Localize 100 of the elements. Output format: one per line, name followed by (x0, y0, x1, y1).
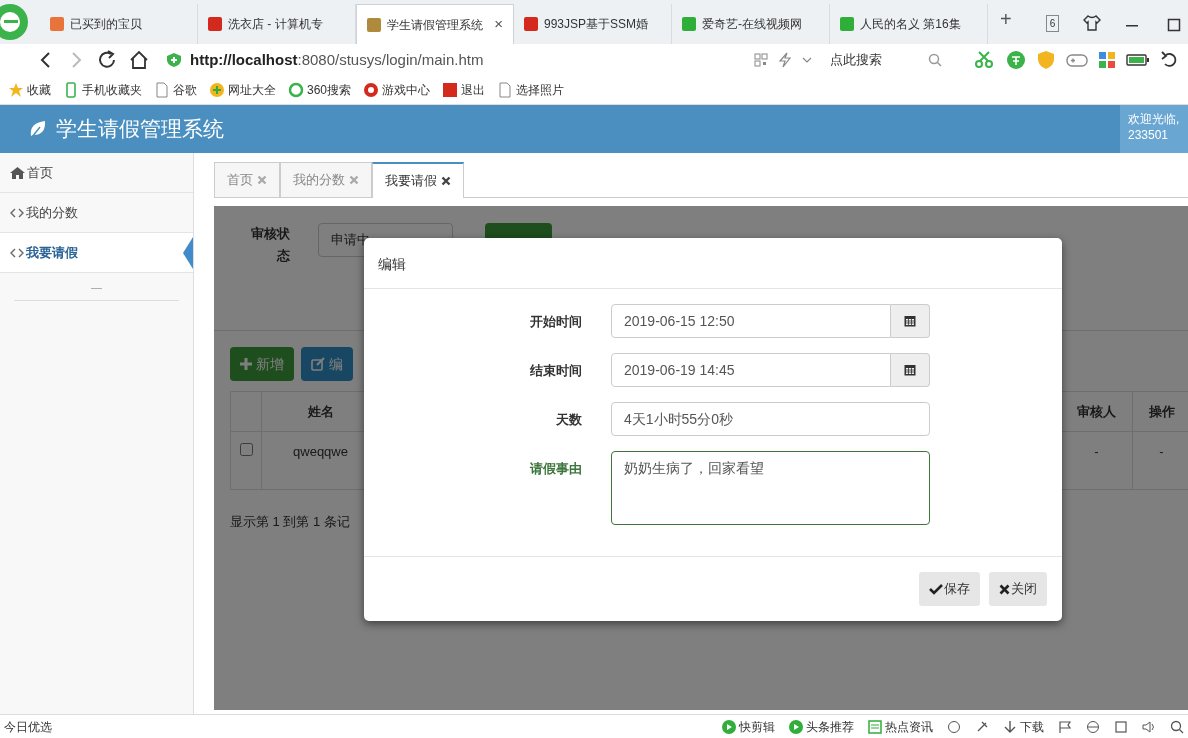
search-field[interactable]: 点此搜索 (822, 47, 950, 73)
scissors-icon[interactable] (974, 50, 996, 70)
gamepad-icon[interactable] (1066, 52, 1088, 68)
page-icon (497, 82, 514, 98)
bookmark[interactable]: 退出 (442, 81, 486, 99)
play-icon (722, 719, 736, 734)
tab-title: 993JSP基于SSM婚 (544, 16, 649, 33)
status-item[interactable]: 头条推荐 (789, 717, 854, 736)
bookmark[interactable]: 选择照片 (497, 81, 565, 99)
bookmark[interactable]: 360搜索 (288, 81, 352, 99)
tab-label: 我的分数 (293, 171, 345, 190)
calendar-icon (904, 315, 916, 327)
reason-textarea[interactable]: 奶奶生病了，回家看望 (611, 451, 930, 525)
bookmark-label: 手机收藏夹 (82, 82, 142, 99)
url-text: http://localhost:8080/stusys/login/main.htm (190, 49, 484, 70)
save-button[interactable]: 保存 (919, 572, 980, 606)
translate-icon[interactable] (1006, 50, 1026, 70)
battery-icon[interactable] (1126, 53, 1150, 67)
flag-icon[interactable] (1058, 719, 1072, 734)
bookmark-label: 360搜索 (307, 82, 352, 99)
status-text: 今日优选 (4, 718, 52, 736)
calendar-button[interactable] (891, 353, 930, 387)
sidebar-label: 我要请假 (26, 243, 78, 262)
qr-code-icon[interactable] (754, 53, 768, 67)
row-checkbox[interactable] (239, 443, 253, 456)
tab-label: 首页 (227, 171, 253, 190)
window-icon[interactable] (1114, 719, 1128, 734)
link-icon (10, 247, 24, 258)
welcome-text: 欢迎光临, (1128, 111, 1181, 127)
status-label: 头条推荐 (806, 718, 854, 736)
input-field[interactable]: 4天1小时55分0秒 (611, 402, 930, 436)
game-icon (363, 82, 380, 98)
phone-icon (63, 82, 79, 98)
new-tab-button[interactable]: + (1000, 4, 1012, 34)
shield-icon (166, 52, 182, 68)
date-input[interactable]: 2019-06-19 14:45 (611, 353, 891, 387)
username-text: 233501 (1128, 127, 1170, 143)
browser-tab[interactable]: 学生请假管理系统 × (356, 4, 514, 44)
search-icon (928, 53, 942, 67)
close-icon[interactable] (441, 176, 451, 186)
date-input[interactable]: 2019-06-15 12:50 (611, 304, 891, 338)
status-item[interactable]: 热点资讯 (868, 717, 933, 736)
shirt-icon[interactable] (1083, 14, 1102, 32)
address-bar[interactable]: http://localhost:8080/stusys/login/main.htm (160, 47, 750, 73)
news-icon (868, 719, 882, 734)
content-tab[interactable]: 我要请假 (372, 162, 464, 198)
bookmark-label: 退出 (461, 82, 486, 99)
home-icon[interactable] (128, 49, 150, 71)
column-header: 操作 (1132, 391, 1188, 432)
bookmark[interactable]: 手机收藏夹 (63, 81, 142, 99)
bookmark-label: 收藏 (27, 82, 51, 99)
caret-icon[interactable] (802, 56, 812, 64)
sidebar-label: 首页 (27, 163, 53, 182)
apps-icon[interactable] (1098, 51, 1116, 69)
dialog-title: 编辑 (364, 238, 1062, 289)
reload-icon[interactable] (96, 49, 118, 71)
content-tab[interactable]: 我的分数 (280, 162, 372, 197)
check-icon (929, 583, 943, 595)
status-label: 下载 (1020, 718, 1044, 736)
tab-title: 已买到的宝贝 (70, 16, 142, 33)
close-tab-button[interactable]: × (494, 13, 503, 36)
tab-count-badge[interactable]: 6 (1045, 15, 1060, 32)
tab-title: 洗衣店 - 计算机专 (228, 16, 323, 33)
plus-icon (240, 358, 252, 370)
bookmark-label: 网址大全 (228, 82, 276, 99)
app-title: 学生请假管理系统 (56, 116, 224, 143)
bookmark[interactable]: 网址大全 (209, 81, 276, 99)
link-icon (10, 207, 24, 218)
maximize-icon[interactable] (1167, 18, 1182, 32)
status-item[interactable]: 下载 (1003, 717, 1044, 736)
status-item[interactable]: 快剪辑 (722, 717, 775, 736)
tab-label: 我要请假 (385, 172, 437, 191)
bookmark-label: 游戏中心 (382, 82, 431, 99)
sidebar-item[interactable]: 我要请假 (0, 233, 193, 273)
status-label: 快剪辑 (739, 718, 775, 736)
ring-icon (288, 82, 304, 98)
tab-title: 人民的名义 第16集 (860, 16, 961, 33)
tab-title: 学生请假管理系统 (387, 16, 483, 34)
bookmark-label: 谷歌 (173, 82, 197, 99)
lightning-icon[interactable] (778, 52, 792, 68)
close-icon (999, 583, 1010, 595)
globe-icon (209, 82, 225, 98)
speaker-icon[interactable] (1142, 719, 1156, 734)
calendar-button[interactable] (891, 304, 930, 338)
bookmark[interactable]: 收藏 (8, 81, 51, 99)
field-label: 结束时间 (529, 362, 582, 380)
bookmark[interactable]: 游戏中心 (363, 81, 431, 99)
bookmark[interactable]: 谷歌 (154, 81, 197, 99)
content-tab[interactable]: 首页 (214, 162, 280, 197)
search-placeholder: 点此搜索 (830, 51, 882, 70)
page-icon (154, 82, 170, 98)
sidebar-label: 我的分数 (26, 203, 78, 222)
bookmark-label: 选择照片 (516, 82, 565, 99)
sidebar-item[interactable]: 首页 (0, 153, 193, 193)
field-label: 天数 (555, 411, 582, 429)
tab-title: 爱奇艺-在线视频网 (702, 16, 802, 33)
field-label: 开始时间 (529, 313, 582, 331)
search-icon[interactable] (1170, 719, 1184, 734)
close-button[interactable]: 关闭 (989, 572, 1047, 606)
pagination-info: 显示第 1 到第 1 条记 (230, 513, 351, 531)
